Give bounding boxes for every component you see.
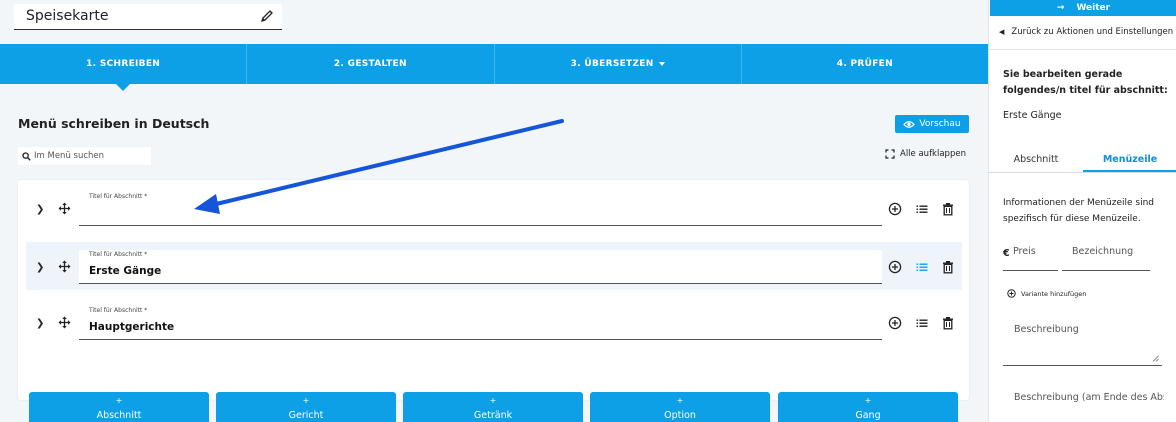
tab-review-label: 4. PRÜFEN [836, 59, 893, 69]
back-label: Zurück zu Aktionen und Einstellungen [1011, 27, 1174, 37]
chevron-right-icon[interactable]: ❯ [36, 318, 44, 329]
menu-search[interactable] [18, 147, 151, 165]
sections-panel: ❯ Titel für Abschnitt * ❯ Titel für Absc… [18, 180, 969, 400]
next-button[interactable]: → Weiter [990, 0, 1176, 16]
description-field[interactable] [1003, 318, 1162, 366]
section-row: ❯ Titel für Abschnitt * [26, 184, 962, 232]
add-variant-label: Variante hinzufügen [1021, 289, 1087, 298]
pencil-icon[interactable] [260, 9, 274, 23]
section-row: ❯ Titel für Abschnitt * Erste Gänge [26, 242, 962, 290]
description-end-input[interactable] [1014, 392, 1164, 403]
field-value: Hauptgerichte [89, 321, 175, 333]
expand-icon [885, 149, 895, 159]
euro-icon: € [1003, 248, 1010, 259]
price-input[interactable] [1013, 246, 1057, 257]
add-variant-button[interactable]: Variante hinzufügen [1007, 289, 1086, 298]
section-title-field[interactable]: Titel für Abschnitt * [79, 192, 882, 226]
arrow-right-icon: → [1056, 3, 1065, 13]
add-dish-label: Gericht [288, 410, 324, 421]
chevron-left-icon: ◀ [999, 28, 1005, 36]
description-end-field[interactable] [1003, 388, 1176, 422]
add-section-button[interactable]: + Abschnitt [29, 392, 209, 422]
price-field[interactable]: € [1003, 244, 1058, 271]
name-input[interactable] [1072, 246, 1150, 257]
editing-info: Sie bearbeiten gerade folgendes/n titel … [1003, 69, 1168, 96]
add-drink-button[interactable]: + Getränk [403, 392, 583, 422]
add-course-label: Gang [855, 410, 881, 421]
move-icon[interactable] [58, 316, 71, 329]
add-drink-label: Getränk [473, 410, 513, 421]
page-heading: Menü schreiben in Deutsch [18, 116, 210, 131]
current-section-name: Erste Gänge [1003, 110, 1062, 121]
trash-icon[interactable] [941, 260, 955, 274]
trash-icon[interactable] [941, 316, 955, 330]
eye-icon [903, 120, 916, 128]
section-title-field[interactable]: Titel für Abschnitt * Hauptgerichte [79, 306, 882, 340]
move-icon[interactable] [58, 260, 71, 273]
tab-translate-label: 3. ÜBERSETZEN [570, 59, 654, 69]
plus-icon: + [302, 396, 310, 405]
add-dish-button[interactable]: + Gericht [216, 392, 396, 422]
tab-section[interactable]: Abschnitt [989, 147, 1083, 172]
add-course-button[interactable]: + Gang [778, 392, 958, 422]
name-field[interactable] [1062, 244, 1150, 271]
tab-menu-line[interactable]: Menüzeile [1083, 147, 1176, 172]
section-row: ❯ Titel für Abschnitt * Hauptgerichte [26, 298, 962, 346]
list-icon[interactable] [915, 202, 929, 216]
next-label: Weiter [1076, 3, 1111, 13]
chevron-right-icon[interactable]: ❯ [36, 204, 44, 215]
list-icon[interactable] [915, 316, 929, 330]
add-section-label: Abschnitt [96, 410, 142, 421]
back-link[interactable]: ◀ Zurück zu Aktionen und Einstellungen [999, 27, 1173, 37]
preview-label: Vorschau [919, 119, 961, 129]
tab-write-label: 1. SCHREIBEN [86, 59, 161, 69]
add-circle-icon[interactable] [888, 260, 902, 274]
divider [989, 49, 1176, 50]
plus-icon: + [864, 396, 872, 405]
step-tabs: 1. SCHREIBEN 2. GESTALTEN 3. ÜBERSETZEN … [0, 44, 988, 91]
add-circle-icon [1007, 289, 1016, 298]
editor-sidebar: → Weiter ◀ Zurück zu Aktionen und Einste… [988, 0, 1176, 422]
field-label: Titel für Abschnitt * [89, 251, 148, 258]
field-label: Titel für Abschnitt * [89, 193, 148, 200]
search-input[interactable] [34, 151, 142, 161]
list-icon[interactable] [915, 260, 929, 274]
plus-icon: + [115, 396, 123, 405]
tab-write[interactable]: 1. SCHREIBEN [0, 44, 248, 91]
field-label: Titel für Abschnitt * [89, 307, 148, 314]
menu-title-field[interactable]: Speisekarte [14, 4, 282, 30]
expand-all-button[interactable]: Alle aufklappen [885, 149, 966, 159]
expand-all-label: Alle aufklappen [900, 149, 966, 159]
sidebar-tabs: Abschnitt Menüzeile [989, 147, 1176, 173]
field-value: Erste Gänge [89, 265, 162, 277]
resize-handle-icon[interactable] [1152, 355, 1159, 362]
search-icon [22, 151, 31, 161]
chevron-right-icon[interactable]: ❯ [36, 262, 44, 273]
section-title-field[interactable]: Titel für Abschnitt * Erste Gänge [79, 250, 882, 284]
plus-icon: + [676, 396, 684, 405]
plus-icon: + [489, 396, 497, 405]
tab-design[interactable]: 2. GESTALTEN [247, 44, 495, 84]
tab-review[interactable]: 4. PRÜFEN [742, 44, 988, 84]
caret-down-icon [658, 61, 665, 66]
preview-button[interactable]: Vorschau [895, 115, 969, 133]
menu-line-info: Informationen der Menüzeile sind spezifi… [1003, 198, 1154, 224]
add-circle-icon[interactable] [888, 202, 902, 216]
add-option-label: Option [664, 410, 696, 421]
move-icon[interactable] [58, 202, 71, 215]
trash-icon[interactable] [941, 202, 955, 216]
add-circle-icon[interactable] [888, 316, 902, 330]
description-input[interactable] [1014, 324, 1154, 360]
tab-translate[interactable]: 3. ÜBERSETZEN [495, 44, 742, 84]
menu-title-text: Speisekarte [26, 8, 109, 24]
add-option-button[interactable]: + Option [590, 392, 770, 422]
tab-design-label: 2. GESTALTEN [333, 59, 407, 69]
